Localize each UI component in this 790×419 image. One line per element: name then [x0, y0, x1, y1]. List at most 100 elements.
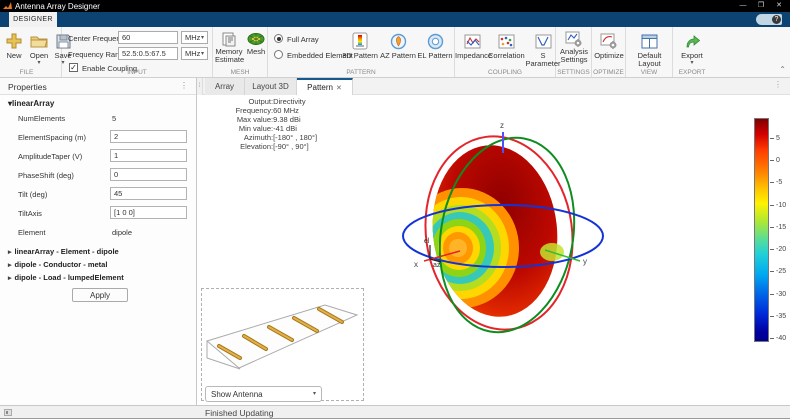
close-tab-icon[interactable]: ✕ — [336, 85, 342, 92]
section-file: New Open ▾ Save ▾ FILE — [0, 27, 62, 77]
tab-array[interactable]: Array — [205, 78, 245, 95]
close-button[interactable]: ✕ — [770, 0, 788, 12]
elementspacing-input[interactable] — [110, 130, 187, 143]
3d-pattern-button[interactable]: 3D Pattern — [342, 30, 378, 60]
colorbar-tick: -30 — [776, 291, 786, 298]
antenna-preview-panel — [201, 288, 364, 401]
colorbar-tick: -25 — [776, 268, 786, 275]
tree-item-load-lumpedelement[interactable]: ▸dipole - Load - lumpedElement — [8, 273, 124, 282]
element-value: dipole — [112, 228, 132, 237]
tree-item-element-dipole[interactable]: ▸linearArray - Element - dipole — [8, 247, 119, 256]
document-area: ⁞ Array Layout 3D Pattern✕ ⋮ Output : Di… — [197, 78, 790, 405]
tree-closed-icon: ▸ — [8, 262, 12, 269]
phaseshift-label: PhaseShift (deg) — [18, 171, 74, 180]
frequency-range-input[interactable] — [118, 47, 178, 60]
correlation-button[interactable]: Correlation — [488, 30, 524, 60]
properties-panel: Properties ⋮ ▾linearArray NumElements 5 … — [0, 78, 197, 405]
colorbar-tick: -10 — [776, 202, 786, 209]
help-icon: ? — [772, 15, 781, 24]
default-layout-button[interactable]: Default Layout — [627, 30, 672, 68]
analysis-settings-button[interactable]: Analysis Settings — [558, 30, 590, 64]
el-pattern-button[interactable]: EL Pattern — [417, 30, 453, 60]
tab-designer[interactable]: DESIGNER — [9, 12, 57, 27]
colorbar-tick: 5 — [776, 135, 780, 142]
colorbar-tick: -5 — [776, 179, 782, 186]
z-axis-label: z — [500, 121, 504, 130]
show-antenna-dropdown[interactable]: Show Antenna ▾ — [205, 386, 322, 402]
tree-closed-icon: ▸ — [8, 275, 12, 282]
ribbon-toolbar: New Open ▾ Save ▾ FILE Center Frequency — [0, 27, 790, 78]
x-axis-label: x — [414, 260, 418, 269]
document-tab-bar: Array Layout 3D Pattern✕ ⋮ — [203, 78, 790, 95]
new-button[interactable]: New — [4, 30, 24, 60]
help-button[interactable]: ? — [756, 14, 782, 25]
antenna-array-preview[interactable] — [202, 289, 363, 384]
export-button[interactable]: Export ▾ — [677, 30, 707, 66]
minimize-button[interactable]: — — [734, 0, 752, 12]
export-caret-icon: ▾ — [677, 60, 707, 66]
numelements-value: 5 — [112, 114, 116, 123]
default-layout-icon — [627, 30, 672, 52]
center-frequency-unit-dropdown[interactable]: MHz▾ — [181, 31, 208, 44]
colorbar-tick: 0 — [776, 157, 780, 164]
center-frequency-input[interactable] — [118, 31, 178, 44]
tiltaxis-input[interactable] — [110, 206, 187, 219]
colorbar-tick: -40 — [776, 335, 786, 342]
ribbon-tab-strip: DESIGNER ? — [0, 12, 790, 27]
dropdown-caret-icon: ▾ — [313, 391, 316, 397]
tiltaxis-label: TiltAxis — [18, 209, 42, 218]
section-view: Default Layout VIEW — [626, 27, 673, 77]
new-icon — [4, 30, 24, 52]
3d-pattern-icon — [342, 30, 378, 52]
y-axis-label: y — [583, 257, 587, 266]
tab-overflow-menu-icon[interactable]: ⋮ — [774, 80, 782, 89]
amplitudetaper-label: AmplitudeTaper (V) — [18, 152, 82, 161]
az-pattern-button[interactable]: AZ Pattern — [380, 30, 416, 60]
optimize-button[interactable]: Optimize — [593, 30, 625, 60]
mesh-button[interactable]: Mesh — [245, 30, 267, 56]
tab-layout3d[interactable]: Layout 3D — [245, 78, 297, 95]
titlebar: Antenna Array Designer — ❐ ✕ — [0, 0, 790, 12]
colorbar — [754, 118, 769, 342]
properties-menu-icon[interactable]: ⋮ — [180, 81, 188, 90]
colorbar-tick: -35 — [776, 313, 786, 320]
section-coupling: Impedance Correlation S Parameter COUPLI… — [455, 27, 556, 77]
element-label: Element — [18, 228, 46, 237]
full-array-radio[interactable] — [274, 34, 283, 43]
pattern-3d-plot[interactable]: z x y el az — [377, 95, 617, 355]
phaseshift-input[interactable] — [110, 168, 187, 181]
az-pattern-icon — [380, 30, 416, 52]
analysis-settings-icon — [558, 30, 590, 48]
section-input: Center Frequency MHz▾ Frequency Range MH… — [62, 27, 213, 77]
pattern-annotation: Output : Directivity Frequency : 60 MHz … — [219, 97, 317, 151]
tree-closed-icon: ▸ — [8, 249, 12, 256]
embedded-element-radio[interactable] — [274, 50, 283, 59]
memory-estimate-button[interactable]: Memory Estimate — [215, 30, 243, 64]
lineararray-group[interactable]: ▾linearArray — [8, 99, 54, 108]
properties-title: Properties — [8, 82, 47, 92]
restore-button[interactable]: ❐ — [752, 0, 770, 12]
tab-pattern[interactable]: Pattern✕ — [297, 78, 353, 95]
impedance-button[interactable]: Impedance — [455, 30, 489, 60]
open-folder-icon — [28, 30, 50, 52]
window-title: Antenna Array Designer — [15, 2, 100, 11]
unit-caret-icon: ▾ — [201, 35, 204, 41]
section-optimize: Optimize OPTIMIZE — [592, 27, 626, 77]
export-icon — [677, 30, 707, 52]
el-pattern-icon — [417, 30, 453, 52]
section-mesh: Memory Estimate Mesh MESH — [213, 27, 268, 77]
apply-button[interactable]: Apply — [72, 288, 128, 302]
open-button[interactable]: Open ▾ — [28, 30, 50, 66]
properties-header: Properties ⋮ — [0, 78, 196, 95]
open-caret-icon: ▾ — [28, 60, 50, 66]
statusbar-grip-icon[interactable] — [4, 409, 12, 416]
impedance-icon — [455, 30, 489, 52]
amplitudetaper-input[interactable] — [110, 149, 187, 162]
tilt-input[interactable] — [110, 187, 187, 200]
tree-item-conductor-metal[interactable]: ▸dipole - Conductor - metal — [8, 260, 107, 269]
colorbar-tick: -15 — [776, 224, 786, 231]
el-axis-label: el — [424, 238, 430, 245]
frequency-range-unit-dropdown[interactable]: MHz▾ — [181, 47, 208, 60]
numelements-label: NumElements — [18, 114, 65, 123]
collapse-ribbon-icon[interactable]: ⌃ — [779, 66, 786, 74]
